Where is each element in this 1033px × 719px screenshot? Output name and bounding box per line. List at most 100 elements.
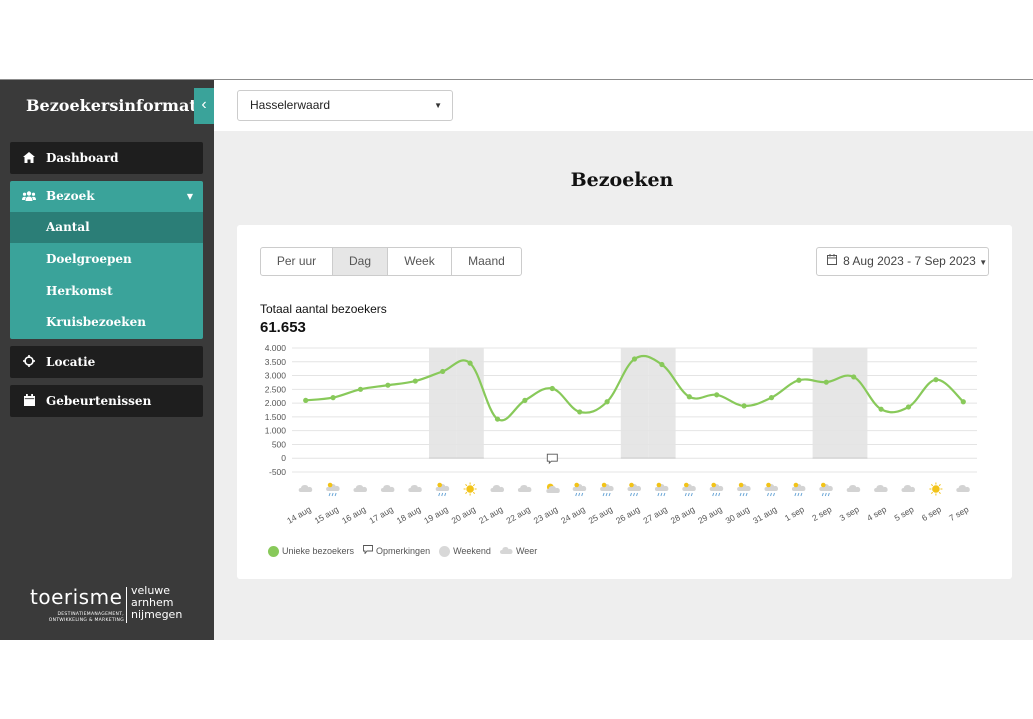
chart-legend: Unieke bezoekers Opmerkingen Weekend Wee… — [268, 545, 546, 557]
chevron-left-icon: ‹ — [201, 96, 207, 113]
cloud-icon — [846, 485, 861, 492]
cloud-icon — [408, 485, 422, 492]
sun-icon — [711, 482, 716, 488]
data-point — [494, 416, 501, 422]
period-tabs: Per uur Dag Week Maand — [260, 247, 522, 276]
x-tick-label: 6 sep — [920, 504, 943, 523]
cloud-icon — [490, 485, 504, 492]
caret-down-icon: ▼ — [434, 101, 442, 110]
main-content: Bezoeken Per uur Dag Week Maand 8 Aug 20… — [214, 131, 1033, 640]
sidebar: Bezoekersinformatie ‹ Dashboard Bezoek ▼… — [0, 80, 214, 640]
rain-icon — [739, 492, 748, 497]
data-point — [905, 404, 912, 410]
calendar-icon — [827, 254, 840, 268]
comment-icon — [546, 453, 558, 465]
x-tick-label: 24 aug — [559, 504, 587, 526]
date-range-value: 8 Aug 2023 - 7 Sep 2023 — [843, 254, 976, 268]
x-tick-label: 25 aug — [587, 504, 615, 526]
home-icon — [22, 142, 36, 175]
sidebar-item-gebeurtenissen[interactable]: Gebeurtenissen — [10, 385, 203, 417]
legend-weer[interactable]: Weer — [499, 546, 537, 557]
y-tick-label: 4.000 — [265, 343, 287, 353]
sidebar-item-dashboard[interactable]: Dashboard — [10, 142, 203, 174]
sun-icon — [656, 482, 662, 488]
location-select-value: Hasselerwaard — [250, 98, 331, 112]
cloud-icon — [874, 485, 888, 492]
data-point — [933, 377, 939, 383]
caret-down-icon: ▼ — [186, 191, 193, 201]
data-point — [440, 368, 446, 375]
sun-icon — [574, 482, 579, 488]
sun-ray — [938, 484, 941, 487]
data-point — [823, 379, 829, 385]
comment-icon — [363, 545, 373, 557]
sun-icon — [821, 482, 826, 488]
cloud-icon — [353, 485, 367, 492]
sidebar-subitem-aantal[interactable]: Aantal — [10, 212, 203, 243]
sun-icon — [684, 482, 689, 488]
rain-icon — [630, 492, 638, 497]
data-point — [768, 395, 775, 401]
y-tick-label: 3.000 — [265, 371, 287, 381]
data-point — [303, 397, 309, 403]
sun-icon — [793, 482, 799, 488]
sun-icon — [766, 482, 771, 488]
sidebar-title: Bezoekersinformatie — [26, 96, 213, 115]
cloud-icon — [517, 485, 532, 492]
date-range-picker[interactable]: 8 Aug 2023 - 7 Sep 2023 ▼ — [816, 247, 989, 276]
data-point — [631, 356, 638, 362]
y-tick-label: 3.500 — [265, 357, 287, 367]
legend-unieke-bezoekers[interactable]: Unieke bezoekers — [268, 545, 354, 557]
rain-icon — [767, 492, 775, 497]
sidebar-item-locatie[interactable]: Locatie — [10, 346, 203, 378]
rain-icon — [712, 492, 721, 497]
users-icon — [22, 181, 36, 213]
x-tick-label: 20 aug — [450, 504, 478, 526]
x-tick-label: 30 aug — [724, 504, 752, 526]
rain-icon — [657, 492, 666, 497]
data-point — [604, 399, 610, 405]
visitors-chart: 4.000 3.500 3.000 2.500 2.000 1.500 1.000 500 0 -… — [265, 343, 977, 526]
sun-icon — [738, 482, 744, 488]
y-tick-label: 2.500 — [265, 384, 287, 394]
x-tick-label: 18 aug — [395, 504, 423, 526]
data-point — [357, 386, 364, 392]
data-point — [412, 378, 418, 384]
sun-icon — [629, 482, 634, 488]
tab-maand[interactable]: Maand — [451, 247, 522, 276]
data-point — [522, 397, 528, 403]
rain-icon — [328, 492, 337, 497]
chart-card: Per uur Dag Week Maand 8 Aug 2023 - 7 Se… — [237, 225, 1012, 579]
location-select[interactable]: Hasselerwaard ▼ — [237, 90, 453, 121]
sidebar-item-label: Bezoek — [46, 189, 95, 203]
x-tick-label: 16 aug — [340, 504, 368, 526]
sidebar-subitem-herkomst[interactable]: Herkomst — [10, 276, 203, 307]
tab-per-uur[interactable]: Per uur — [260, 247, 333, 276]
x-tick-label: 22 aug — [504, 504, 532, 526]
rain-icon — [794, 492, 803, 497]
cloud-icon — [901, 485, 915, 492]
x-tick-label: 28 aug — [669, 504, 697, 526]
data-point — [686, 394, 692, 400]
x-tick-label: 7 sep — [947, 504, 970, 523]
data-point — [659, 361, 665, 368]
legend-opmerkingen[interactable]: Opmerkingen — [363, 545, 430, 557]
tab-dag[interactable]: Dag — [332, 247, 388, 276]
sun-ray — [930, 491, 934, 494]
x-tick-label: 17 aug — [367, 504, 395, 526]
sidebar-item-label: Dashboard — [46, 151, 119, 165]
x-tick-label: 15 aug — [313, 504, 341, 526]
tab-week[interactable]: Week — [387, 247, 452, 276]
data-point — [741, 403, 747, 409]
x-tick-label: 19 aug — [422, 504, 450, 526]
collapse-sidebar-button[interactable]: ‹ — [194, 88, 214, 124]
y-tick-label: 1.000 — [265, 426, 287, 436]
y-tick-label: 0 — [281, 453, 286, 463]
sidebar-subitem-kruisbezoeken[interactable]: Kruisbezoeken — [10, 307, 203, 338]
legend-weekend[interactable]: Weekend — [439, 545, 491, 557]
sidebar-subitem-doelgroepen[interactable]: Doelgroepen — [10, 244, 203, 275]
sidebar-item-bezoek[interactable]: Bezoek ▼ — [10, 181, 203, 212]
y-tick-label: 2.000 — [265, 398, 287, 408]
data-point — [330, 395, 336, 401]
top-bar: Hasselerwaard ▼ — [214, 80, 1033, 131]
